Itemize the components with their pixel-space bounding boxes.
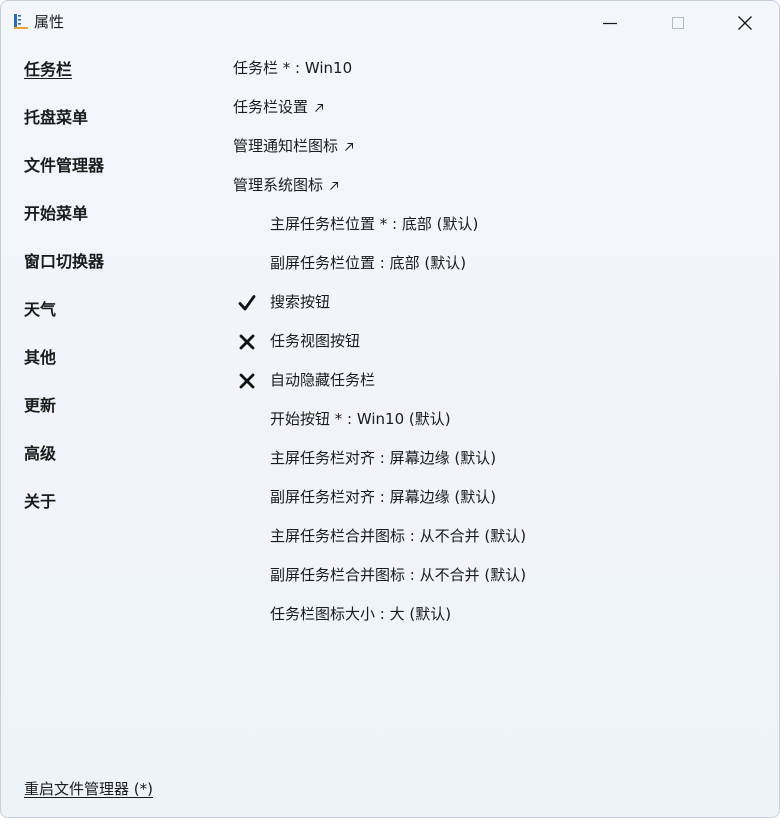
close-button[interactable] (722, 1, 768, 45)
minimize-icon (603, 22, 617, 25)
minimize-button[interactable] (587, 1, 633, 45)
nav-item-update[interactable]: 更新 (24, 387, 204, 435)
nav-item-label: 其他 (24, 348, 57, 367)
primary-combine-label: 主屏任务栏合并图标 : 从不合并 (默认) (270, 527, 527, 545)
search-button-label: 搜索按钮 (270, 293, 331, 311)
primary-align-label: 主屏任务栏对齐 : 屏幕边缘 (默认) (270, 449, 497, 467)
secondary-position-option[interactable]: 副屏任务栏位置 : 底部 (默认) (233, 244, 763, 283)
primary-position-option[interactable]: 主屏任务栏位置 * : 底部 (默认) (233, 205, 763, 244)
nav-item-label: 更新 (24, 396, 57, 415)
nav-item-label: 文件管理器 (24, 156, 105, 175)
cross-icon (236, 361, 258, 400)
taskbar-settings-label: 任务栏设置 (233, 98, 309, 116)
search-button-toggle[interactable]: 搜索按钮 (233, 283, 763, 322)
restart-explorer-link[interactable]: 重启文件管理器 (*) (24, 777, 153, 801)
taskbar-settings-link[interactable]: 任务栏设置 (233, 88, 763, 127)
sidebar-nav: 任务栏 托盘菜单 文件管理器 开始菜单 窗口切换器 天气 其他 更新 高级 关于 (24, 51, 204, 531)
secondary-align-option[interactable]: 副屏任务栏对齐 : 屏幕边缘 (默认) (233, 478, 763, 517)
external-link-icon (315, 103, 324, 112)
close-icon (738, 16, 752, 30)
nav-item-window-switcher[interactable]: 窗口切换器 (24, 243, 204, 291)
nav-item-label: 天气 (24, 300, 57, 319)
secondary-combine-label: 副屏任务栏合并图标 : 从不合并 (默认) (270, 566, 527, 584)
primary-position-label: 主屏任务栏位置 * : 底部 (默认) (270, 215, 479, 233)
manage-tray-icons-link[interactable]: 管理通知栏图标 (233, 127, 763, 166)
external-link-icon (330, 181, 339, 190)
nav-item-start-menu[interactable]: 开始菜单 (24, 195, 204, 243)
manage-tray-icons-label: 管理通知栏图标 (233, 137, 339, 155)
auto-hide-label: 自动隐藏任务栏 (270, 371, 376, 389)
nav-item-label: 高级 (24, 444, 57, 463)
secondary-position-label: 副屏任务栏位置 : 底部 (默认) (270, 254, 467, 272)
external-link-icon (345, 142, 354, 151)
start-button-option[interactable]: 开始按钮 * : Win10 (默认) (233, 400, 763, 439)
nav-item-label: 任务栏 (24, 60, 73, 79)
icon-size-option[interactable]: 任务栏图标大小 : 大 (默认) (233, 595, 763, 634)
auto-hide-toggle[interactable]: 自动隐藏任务栏 (233, 361, 763, 400)
primary-align-option[interactable]: 主屏任务栏对齐 : 屏幕边缘 (默认) (233, 439, 763, 478)
nav-item-label: 开始菜单 (24, 204, 89, 223)
maximize-button[interactable] (655, 1, 701, 45)
start-button-label: 开始按钮 * : Win10 (默认) (270, 410, 451, 428)
cross-icon (236, 322, 258, 361)
nav-item-about[interactable]: 关于 (24, 483, 204, 531)
nav-item-weather[interactable]: 天气 (24, 291, 204, 339)
nav-item-other[interactable]: 其他 (24, 339, 204, 387)
taskbar-style-option[interactable]: 任务栏 * : Win10 (233, 49, 763, 88)
secondary-combine-option[interactable]: 副屏任务栏合并图标 : 从不合并 (默认) (233, 556, 763, 595)
nav-item-taskbar[interactable]: 任务栏 (24, 51, 204, 99)
nav-item-label: 托盘菜单 (24, 108, 89, 127)
app-icon (14, 14, 28, 29)
manage-system-icons-label: 管理系统图标 (233, 176, 324, 194)
taskbar-style-label: 任务栏 * : Win10 (233, 59, 353, 77)
title-bar: 属性 (1, 1, 779, 45)
nav-item-label: 窗口切换器 (24, 252, 105, 271)
nav-item-label: 关于 (24, 492, 57, 511)
task-view-button-label: 任务视图按钮 (270, 332, 361, 350)
nav-item-tray-menu[interactable]: 托盘菜单 (24, 99, 204, 147)
task-view-button-toggle[interactable]: 任务视图按钮 (233, 322, 763, 361)
window-title: 属性 (34, 13, 65, 31)
primary-combine-option[interactable]: 主屏任务栏合并图标 : 从不合并 (默认) (233, 517, 763, 556)
manage-system-icons-link[interactable]: 管理系统图标 (233, 166, 763, 205)
nav-item-advanced[interactable]: 高级 (24, 435, 204, 483)
settings-panel: 任务栏 * : Win10 任务栏设置 管理通知栏图标 管理系统图标 主屏任务栏… (233, 49, 763, 634)
maximize-icon (672, 17, 684, 29)
properties-window: 属性 任务栏 托盘菜单 文件管理器 开始菜单 窗口切换器 天气 其他 更新 高级… (0, 0, 780, 818)
checkmark-icon (236, 283, 258, 322)
icon-size-label: 任务栏图标大小 : 大 (默认) (270, 605, 452, 623)
nav-item-file-explorer[interactable]: 文件管理器 (24, 147, 204, 195)
secondary-align-label: 副屏任务栏对齐 : 屏幕边缘 (默认) (270, 488, 497, 506)
